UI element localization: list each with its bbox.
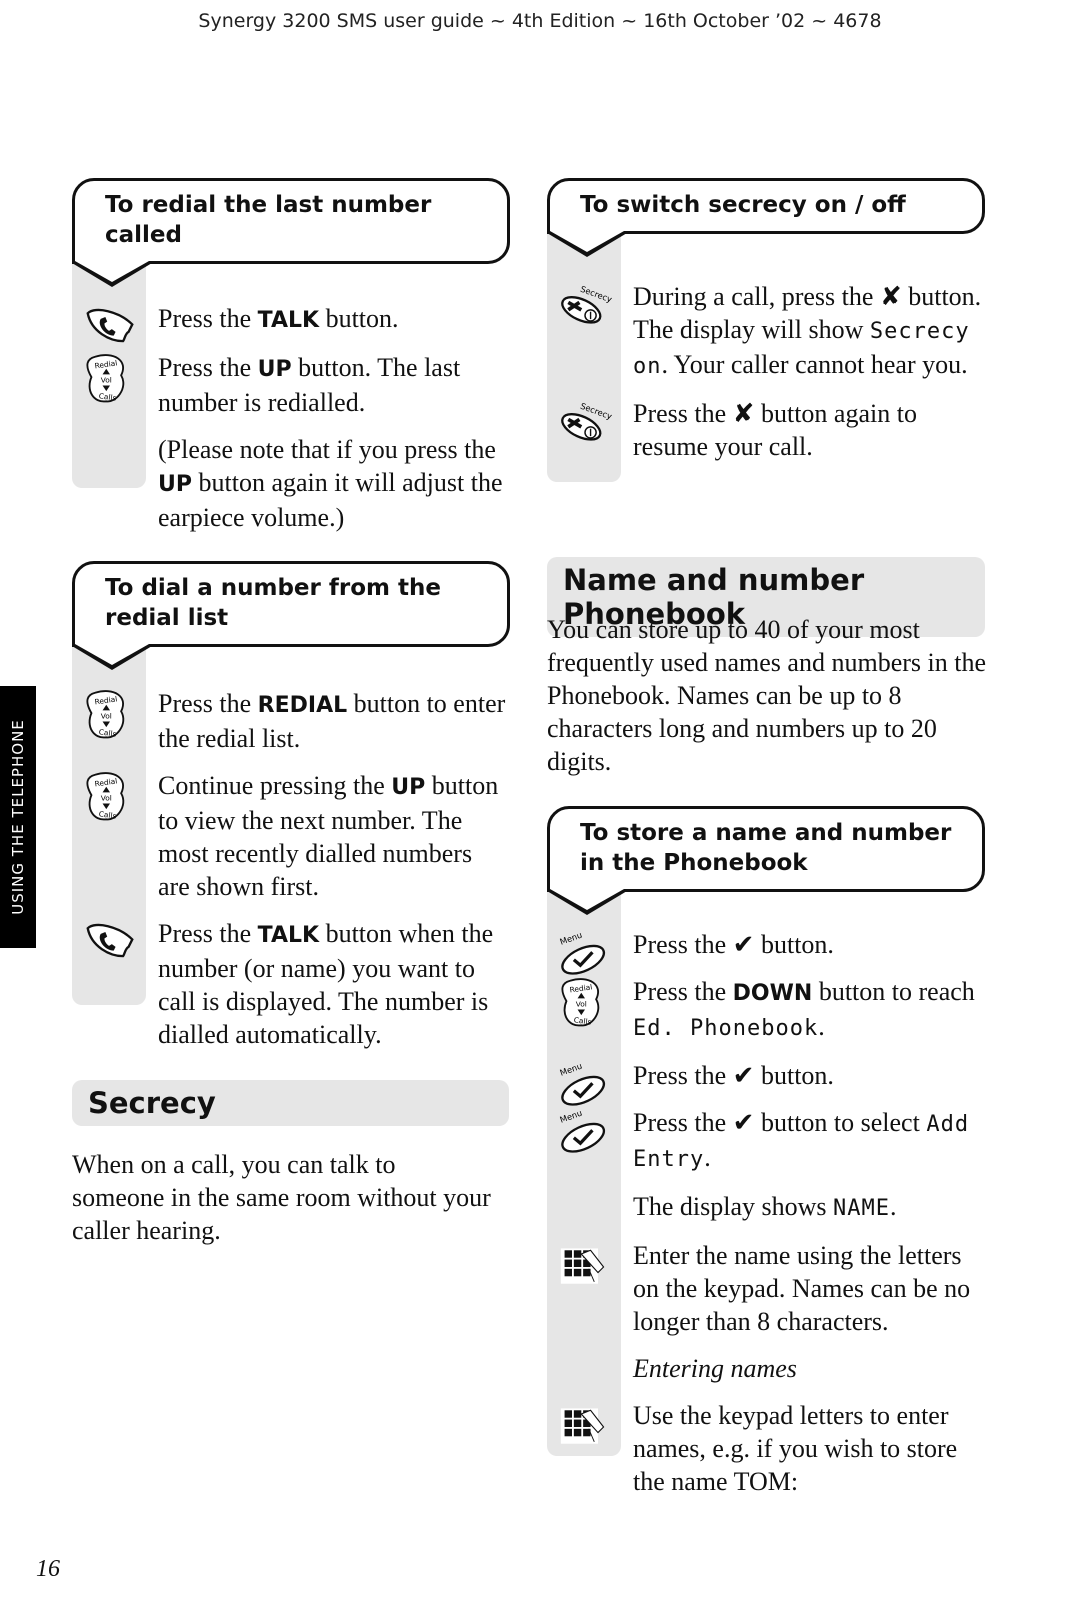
step-text: During a call, press the	[633, 281, 880, 311]
step-text: .	[890, 1191, 897, 1221]
button-name: REDIAL	[257, 692, 348, 718]
instruction-step: Press the REDIAL button to enter the red…	[72, 687, 510, 755]
check-icon: ✔	[732, 1107, 755, 1137]
display-text: NAME	[833, 1195, 891, 1221]
subheading-text: Entering names	[633, 1353, 797, 1383]
cross-icon: ✘	[879, 281, 902, 311]
step-text: button.	[754, 1060, 834, 1090]
menu-ok-button-icon	[556, 1107, 610, 1159]
step-text: .	[704, 1142, 711, 1172]
secrecy-heading: Secrecy	[72, 1080, 509, 1126]
secrecy-description: When on a call, you can talk to someone …	[72, 1150, 491, 1245]
button-name: UP	[257, 356, 292, 382]
instruction-step: The display shows NAME.	[547, 1190, 985, 1225]
store-entry-procedure: To store a name and number in the Phoneb…	[547, 806, 985, 1512]
check-icon: ✔	[732, 1060, 755, 1090]
instruction-step: Entering names	[547, 1352, 985, 1385]
button-name: TALK	[257, 922, 320, 948]
instruction-step: Enter the name using the letters on the …	[547, 1239, 985, 1338]
redial-last-title: To redial the last number called	[72, 178, 510, 287]
button-name: DOWN	[732, 980, 813, 1006]
instruction-step: (Please note that if you press the UP bu…	[72, 433, 510, 534]
step-text: button.	[754, 929, 834, 959]
step-text: Press the	[633, 398, 733, 428]
step-text: button again it will adjust the earpiece…	[158, 467, 503, 532]
step-text: Press the	[158, 918, 258, 948]
instruction-step: Press the UP button. The last number is …	[72, 351, 510, 419]
keypad-icon	[560, 1407, 605, 1445]
button-name: UP	[158, 471, 192, 497]
step-text: button.	[319, 303, 399, 333]
secrecy-switch-steps: During a call, press the ✘ button. The d…	[547, 234, 985, 463]
instruction-step: Use the keypad letters to enter names, e…	[547, 1399, 985, 1498]
instruction-step: Press the ✔ button to select Add Entry.	[547, 1106, 985, 1176]
step-text: Press the	[633, 1107, 733, 1137]
step-text: Press the	[633, 929, 733, 959]
step-text: button to select	[754, 1107, 927, 1137]
store-entry-steps: Press the ✔ button. Press the DOWN button…	[547, 892, 985, 1498]
section-side-tab: USING THE TELEPHONE	[0, 686, 36, 948]
redial-last-steps: Press the TALK button. Press the UP butto…	[72, 264, 510, 534]
instruction-step: Press the ✔ button.	[547, 928, 985, 981]
button-name: UP	[391, 774, 426, 800]
instruction-step: Press the TALK button when the number (o…	[72, 917, 510, 1051]
instruction-step: Press the ✘ button again to resume your …	[547, 397, 985, 463]
instruction-step: Continue pressing the UP button to view …	[72, 769, 510, 903]
step-text: Press the	[158, 303, 258, 333]
redial-vol-calls-icon	[561, 977, 600, 1028]
talk-button-icon	[86, 923, 134, 958]
step-text: Press the	[633, 976, 733, 1006]
redial-list-procedure: To dial a number from the redial list Pr…	[72, 561, 510, 1065]
instruction-step: Press the DOWN button to reach Ed. Phone…	[547, 975, 985, 1045]
page-number: 16	[36, 1556, 60, 1582]
cross-icon: ✘	[732, 398, 755, 428]
check-icon: ✔	[732, 929, 755, 959]
redial-vol-calls-icon	[86, 689, 125, 740]
redial-last-procedure: To redial the last number called Press t…	[72, 178, 510, 548]
store-entry-title: To store a name and number in the Phoneb…	[547, 806, 985, 915]
instruction-step: Press the ✔ button.	[547, 1059, 985, 1112]
step-text: Press the	[158, 688, 258, 718]
talk-button-icon	[86, 308, 134, 343]
side-tab-label: USING THE TELEPHONE	[9, 719, 27, 915]
secrecy-switch-title: To switch secrecy on / off	[547, 178, 985, 257]
display-text: Ed. Phonebook	[633, 1015, 819, 1041]
step-text: Press the	[158, 352, 258, 382]
secrecy-switch-procedure: To switch secrecy on / off During a call…	[547, 178, 985, 482]
instruction-step: Press the TALK button.	[72, 302, 510, 343]
step-text: Continue pressing the	[158, 770, 392, 800]
instruction-step: During a call, press the ✘ button. The d…	[547, 280, 985, 383]
step-text: . Your caller cannot hear you.	[661, 349, 968, 379]
redial-vol-calls-icon	[86, 771, 125, 822]
redial-vol-calls-icon	[86, 353, 125, 404]
step-text: Press the	[633, 1060, 733, 1090]
redial-list-steps: Press the REDIAL button to enter the red…	[72, 647, 510, 1051]
step-text: The display shows	[633, 1191, 834, 1221]
step-text: (Please note that if you press the	[158, 434, 496, 464]
secrecy-button-icon	[556, 281, 615, 330]
step-text: Use the keypad letters to enter names, e…	[633, 1400, 958, 1496]
redial-list-title: To dial a number from the redial list	[72, 561, 510, 670]
step-text: .	[818, 1011, 825, 1041]
keypad-icon	[560, 1247, 605, 1285]
secrecy-button-icon	[556, 398, 615, 447]
step-text: button to reach	[812, 976, 975, 1006]
step-text: Enter the name using the letters on the …	[633, 1240, 971, 1336]
button-name: TALK	[257, 307, 320, 333]
phonebook-intro: You can store up to 40 of your most freq…	[547, 615, 986, 776]
running-header: Synergy 3200 SMS user guide ~ 4th Editio…	[198, 10, 882, 32]
